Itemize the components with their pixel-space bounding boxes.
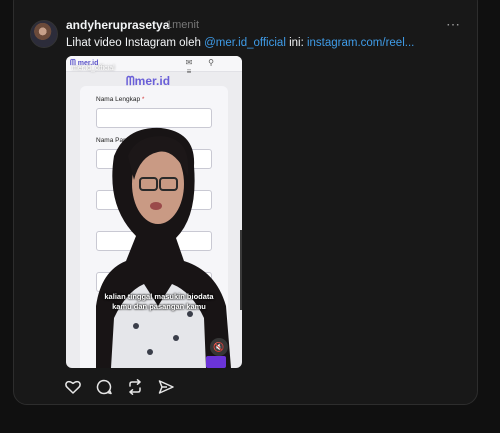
reel-link[interactable]: instagram.com/reel... (307, 37, 414, 49)
heart-icon[interactable] (64, 378, 82, 396)
post-text-prefix: Lihat video Instagram oleh (66, 37, 205, 49)
caption-line: kamu dan pasangan kamu (112, 302, 206, 311)
video-player[interactable]: ᗰ mer.id ✉ ⚲≡ mer.id_official ᗰmer.id Nama… (66, 56, 242, 368)
username[interactable]: andyheruprasetya (66, 18, 169, 32)
video-caption: kalian tinggal masukin biodata kamu dan … (84, 292, 234, 312)
mute-icon[interactable]: 🔇 (210, 338, 228, 356)
comment-icon[interactable] (95, 378, 113, 396)
site-action-button (206, 356, 226, 368)
video-person-figure (96, 127, 231, 368)
scrollbar (240, 230, 242, 310)
post-time: 1menit (166, 19, 200, 31)
post-text: Lihat video Instagram oleh @mer.id_offic… (66, 37, 414, 49)
caption-line: kalian tinggal masukin biodata (104, 292, 214, 301)
avatar[interactable] (30, 20, 58, 48)
share-icon[interactable] (157, 378, 175, 396)
repost-icon[interactable] (126, 378, 144, 396)
post-text-mid: ini: (285, 37, 307, 49)
more-options-icon[interactable]: ⋯ (446, 16, 461, 33)
mention-link[interactable]: @mer.id_official (204, 37, 286, 49)
